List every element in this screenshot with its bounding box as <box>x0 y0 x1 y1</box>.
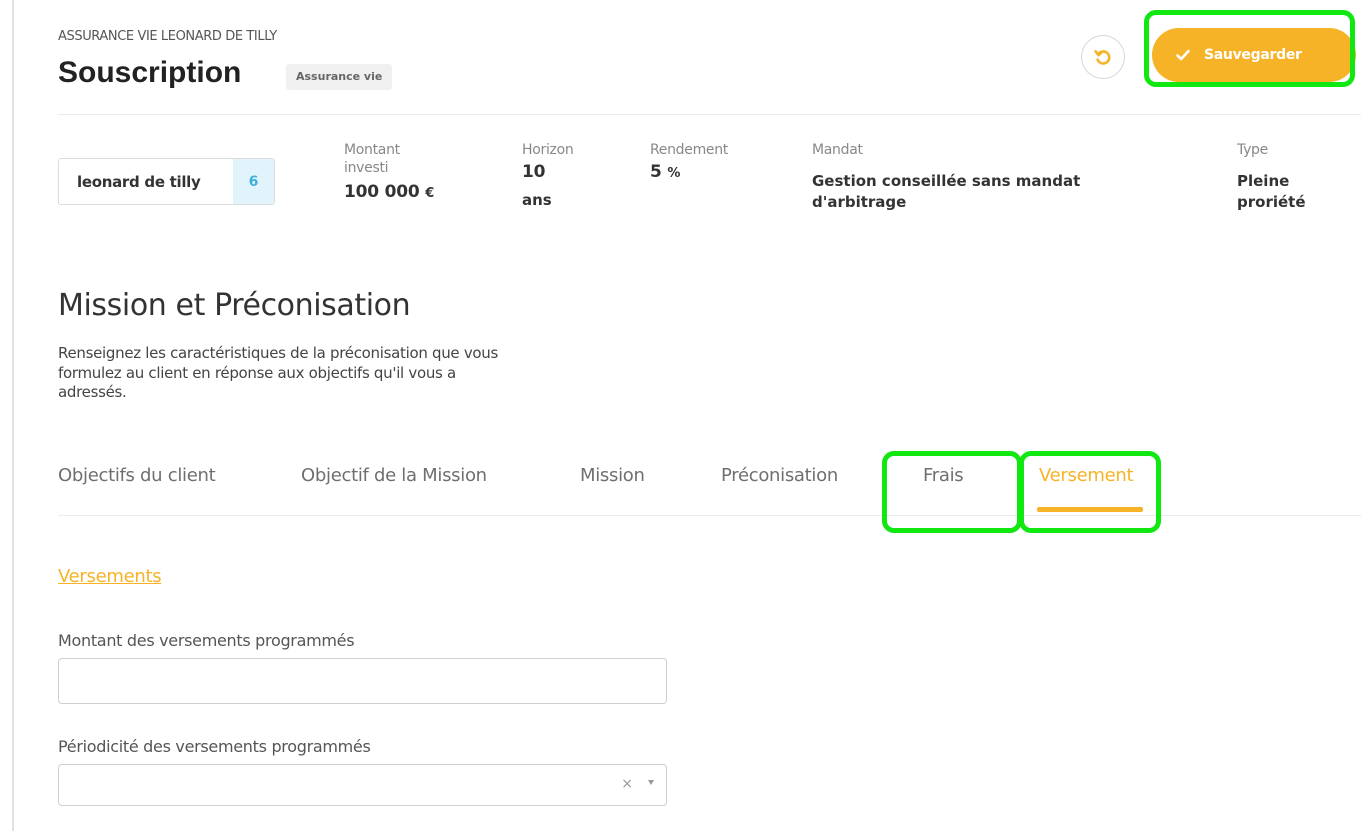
tab-objectif-de-la-mission[interactable]: Objectif de la Mission <box>301 465 487 486</box>
client-count-badge: 6 <box>233 159 274 204</box>
horizon-unit: ans <box>522 191 552 209</box>
versements-link[interactable]: Versements <box>58 566 162 587</box>
period-select[interactable]: × <box>58 764 667 806</box>
rendement-value: 5 % <box>650 161 680 185</box>
horizon-value: 10 <box>522 162 546 182</box>
montant-currency: € <box>425 186 435 201</box>
section-title: Mission et Préconisation <box>58 288 411 323</box>
type-value-2: proriété <box>1237 193 1306 211</box>
amount-input[interactable] <box>58 658 667 704</box>
montant-amount: 100 000 <box>344 182 420 202</box>
mandat-value-1: Gestion conseillée sans mandat <box>812 172 1081 190</box>
section-description: Renseignez les caractéristiques de la pr… <box>58 344 598 403</box>
rendement-unit: % <box>667 166 681 181</box>
tab-objectifs-du-client[interactable]: Objectifs du client <box>58 465 216 486</box>
amount-field-label: Montant des versements programmés <box>58 631 355 650</box>
montant-value: 100 000 € <box>344 181 434 205</box>
caret-down-icon[interactable] <box>648 780 654 785</box>
tab-frais-highlight <box>882 451 1022 533</box>
tab-mission[interactable]: Mission <box>580 465 645 486</box>
tab-versement-highlight <box>1019 451 1161 533</box>
description-line: Renseignez les caractéristiques de la pr… <box>58 344 499 362</box>
save-button-highlight <box>1144 10 1355 87</box>
rendement-label: Rendement <box>650 142 728 158</box>
left-border <box>12 0 14 831</box>
page-title: Souscription <box>58 56 242 89</box>
clear-icon[interactable]: × <box>621 776 633 792</box>
client-chip[interactable]: leonard de tilly 6 <box>58 158 275 205</box>
mandat-label: Mandat <box>812 142 863 158</box>
mandat-value-2: d'arbitrage <box>812 193 907 211</box>
tab-preconisation[interactable]: Préconisation <box>721 465 838 486</box>
reset-button[interactable] <box>1081 35 1125 79</box>
tabs-divider <box>58 515 1361 516</box>
description-line: formulez au client en réponse aux object… <box>58 363 456 382</box>
type-label: Type <box>1237 142 1268 158</box>
period-field-label: Périodicité des versements programmés <box>58 737 371 756</box>
description-line: adressés. <box>58 383 127 401</box>
type-badge: Assurance vie <box>286 64 393 90</box>
rendement-number: 5 <box>650 162 662 182</box>
divider <box>58 114 1361 115</box>
montant-label-2: investi <box>344 160 389 176</box>
client-name: leonard de tilly <box>77 172 201 191</box>
horizon-label: Horizon <box>522 142 574 158</box>
montant-label-1: Montant <box>344 142 400 158</box>
breadcrumb: ASSURANCE VIE LEONARD DE TILLY <box>58 29 277 44</box>
type-value-1: Pleine <box>1237 172 1290 190</box>
undo-icon <box>1094 50 1111 65</box>
